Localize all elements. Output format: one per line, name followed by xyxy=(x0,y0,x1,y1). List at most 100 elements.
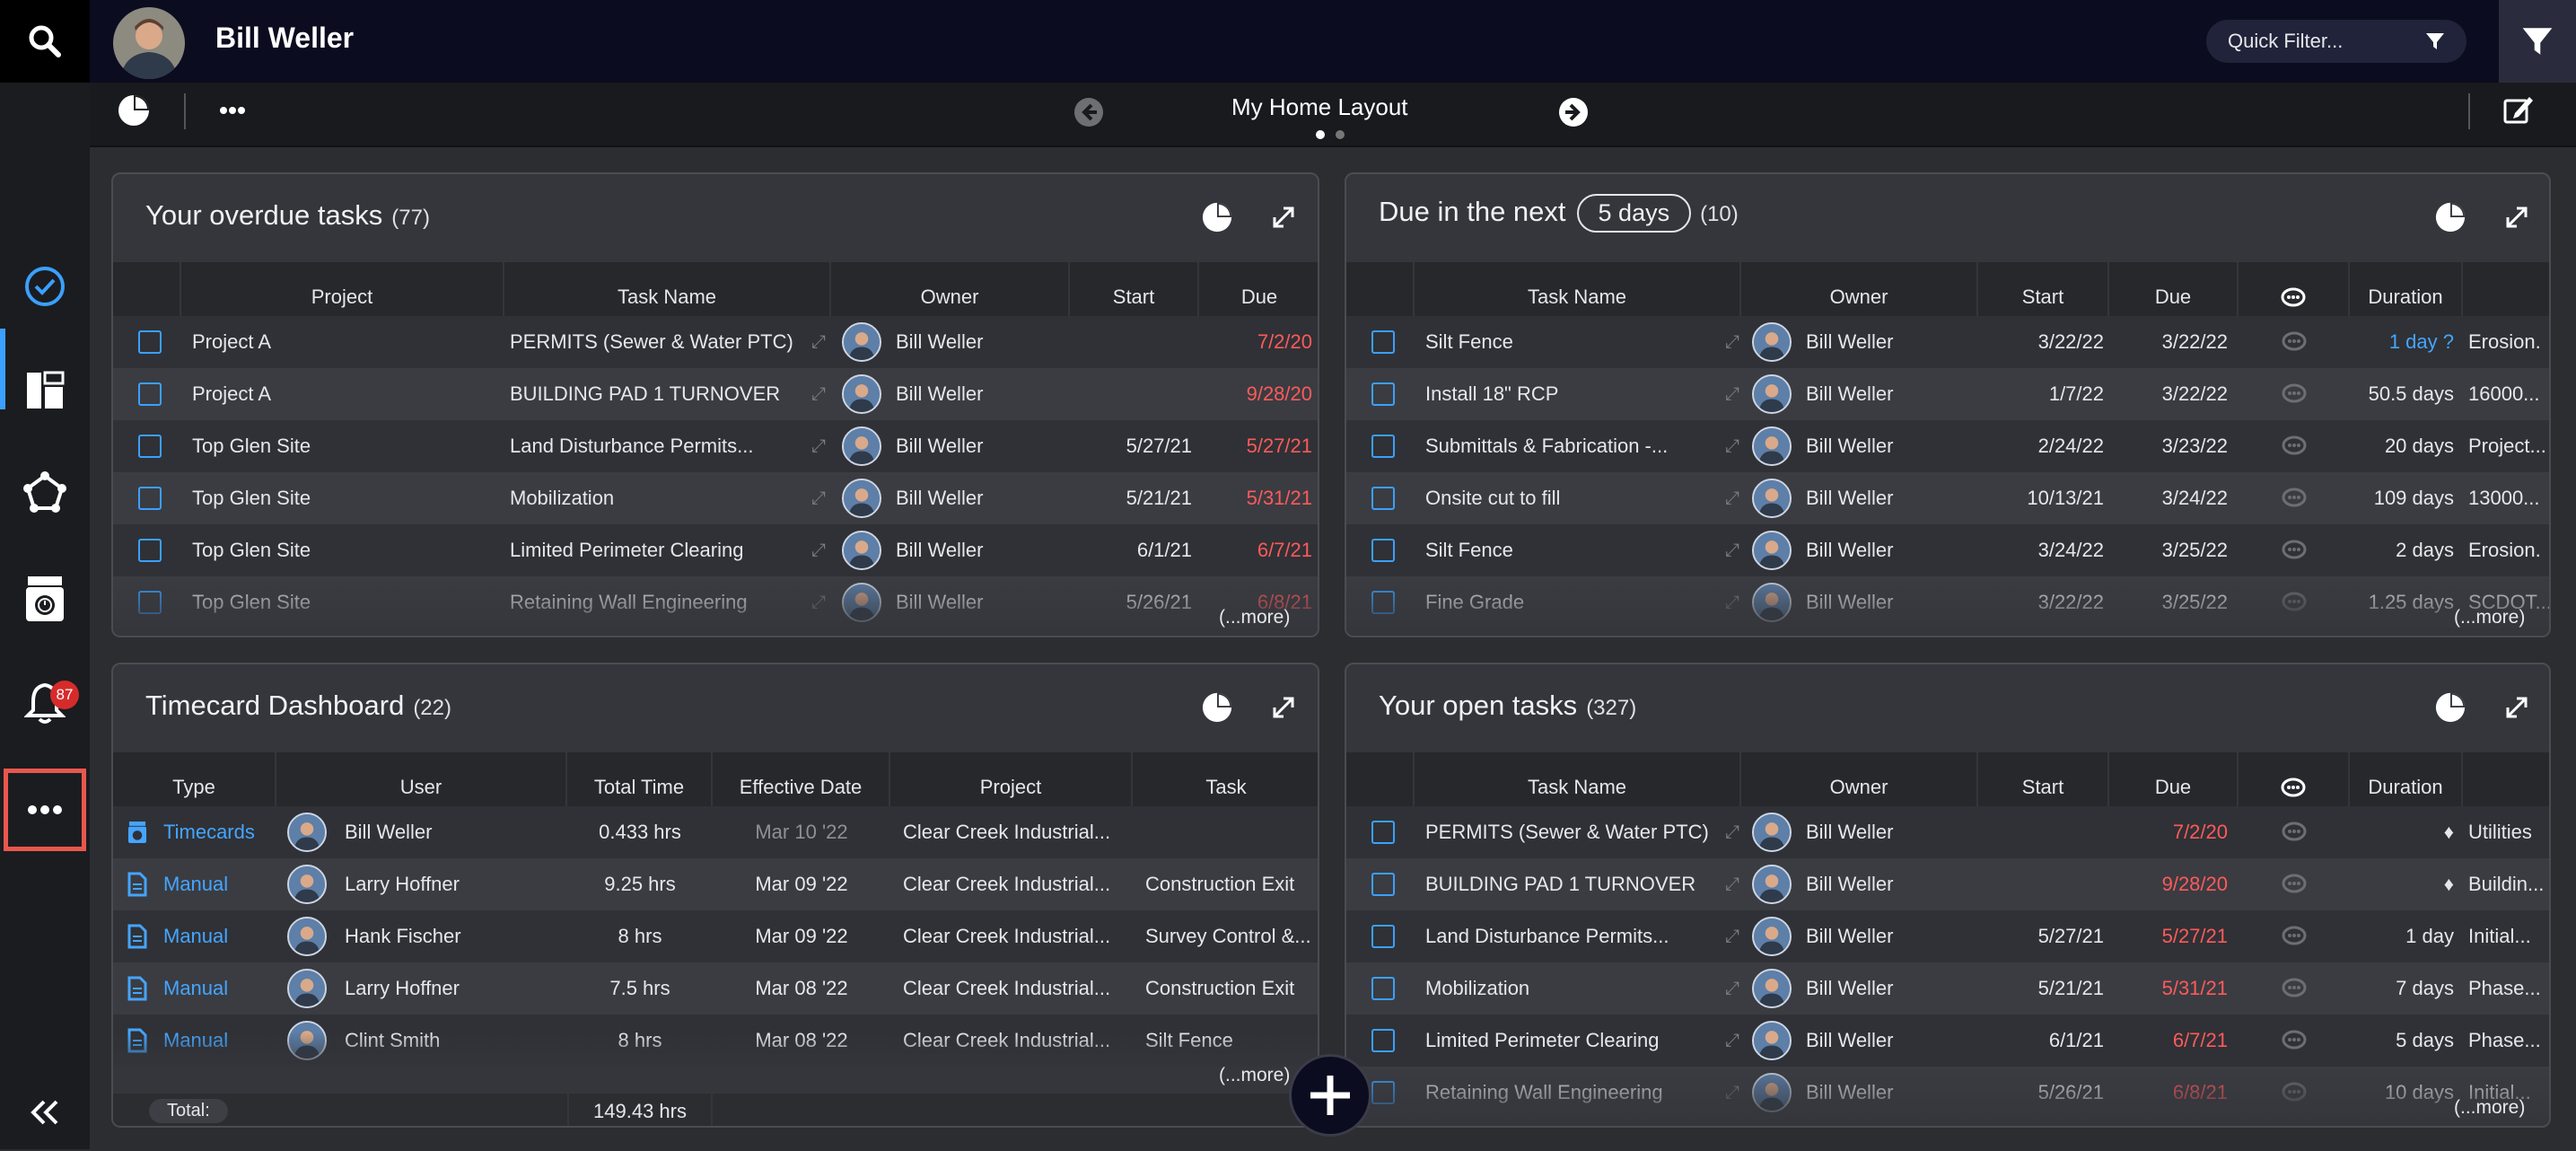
col-header-user[interactable]: User xyxy=(276,752,567,806)
edit-icon[interactable] xyxy=(2502,93,2535,126)
row-checkbox[interactable] xyxy=(1371,539,1395,562)
table-row[interactable]: Manual Larry Hoffner 9.25 hrs Mar 09 '22 Cle… xyxy=(113,858,1318,910)
row-checkbox[interactable] xyxy=(1371,873,1395,896)
col-header-task[interactable]: Task xyxy=(1133,752,1318,806)
days-selector[interactable]: 5 days xyxy=(1576,194,1692,233)
expand-icon[interactable]: ⤢ xyxy=(1725,822,1739,843)
table-row[interactable]: Top Glen Site Land Disturbance Permits...… xyxy=(113,420,1318,472)
page-dot-active[interactable] xyxy=(1316,130,1325,139)
collapse-sidebar-button[interactable] xyxy=(0,1074,90,1151)
table-row[interactable]: Land Disturbance Permits... ⤢ Bill Weller 5… xyxy=(1346,910,2549,962)
task-name-cell[interactable]: PERMITS (Sewer & Water PTC) xyxy=(1425,821,1725,844)
more-link[interactable]: (...more) xyxy=(2454,1097,2525,1119)
table-row[interactable]: Top Glen Site Limited Perimeter Clearing ⤢… xyxy=(113,524,1318,576)
col-header-due[interactable]: Due xyxy=(2109,262,2239,316)
comment-icon[interactable] xyxy=(2282,383,2307,405)
comment-icon[interactable] xyxy=(2282,874,2307,895)
col-header-project[interactable]: Project xyxy=(890,752,1133,806)
row-checkbox[interactable] xyxy=(1371,1029,1395,1052)
quick-filter-input[interactable]: Quick Filter... xyxy=(2206,20,2466,63)
type-link[interactable]: Timecards xyxy=(163,821,255,844)
expand-icon[interactable]: ⤢ xyxy=(811,384,826,405)
table-row[interactable]: Silt Fence ⤢ Bill Weller 3/22/22 3/22/22 1 da… xyxy=(1346,316,2549,368)
expand-icon[interactable]: ⤢ xyxy=(811,540,826,561)
expand-icon[interactable]: ⤢ xyxy=(811,436,826,457)
comment-icon[interactable] xyxy=(2282,488,2307,509)
row-checkbox[interactable] xyxy=(1371,977,1395,1000)
expand-icon[interactable] xyxy=(2504,205,2529,230)
col-header-type[interactable]: Type xyxy=(113,752,276,806)
task-name-cell[interactable]: Mobilization xyxy=(1425,977,1725,1000)
filter-button[interactable] xyxy=(2499,0,2576,83)
sidebar-more-button[interactable] xyxy=(4,769,86,851)
col-header-total-time[interactable]: Total Time xyxy=(567,752,713,806)
task-name-cell[interactable]: Submittals & Fabrication -... xyxy=(1425,435,1725,458)
sidebar-item-tasks[interactable] xyxy=(0,248,90,325)
table-row[interactable]: BUILDING PAD 1 TURNOVER ⤢ Bill Weller 9/28/… xyxy=(1346,858,2549,910)
expand-icon[interactable]: ⤢ xyxy=(1725,436,1739,457)
expand-icon[interactable]: ⤢ xyxy=(1725,332,1739,353)
previous-layout-icon[interactable] xyxy=(1073,97,1104,127)
row-checkbox[interactable] xyxy=(138,435,162,458)
task-name-cell[interactable]: Install 18" RCP xyxy=(1425,382,1725,406)
col-header-start[interactable]: Start xyxy=(1978,262,2109,316)
row-checkbox[interactable] xyxy=(1371,925,1395,948)
col-header-comments[interactable] xyxy=(2239,752,2350,806)
task-name-cell[interactable]: Limited Perimeter Clearing xyxy=(1425,1029,1725,1052)
expand-icon[interactable]: ⤢ xyxy=(1725,488,1739,509)
comment-icon[interactable] xyxy=(2282,978,2307,999)
comment-icon[interactable] xyxy=(2282,331,2307,353)
task-name-cell[interactable]: Land Disturbance Permits... xyxy=(1425,925,1725,948)
task-name-cell[interactable]: BUILDING PAD 1 TURNOVER xyxy=(510,382,811,406)
table-row[interactable]: Silt Fence ⤢ Bill Weller 3/24/22 3/25/22 2 da… xyxy=(1346,524,2549,576)
type-link[interactable]: Manual xyxy=(163,977,228,1000)
type-link[interactable]: Manual xyxy=(163,925,228,948)
table-row[interactable]: Manual Hank Fischer 8 hrs Mar 09 '22 Clear C… xyxy=(113,910,1318,962)
table-row[interactable]: Mobilization ⤢ Bill Weller 5/21/21 5/31/21 7 … xyxy=(1346,962,2549,1015)
expand-icon[interactable] xyxy=(2504,695,2529,720)
col-header-effective-date[interactable]: Effective Date xyxy=(713,752,890,806)
row-checkbox[interactable] xyxy=(1371,330,1395,354)
page-dot[interactable] xyxy=(1336,130,1345,139)
expand-icon[interactable]: ⤢ xyxy=(1725,874,1739,895)
task-name-cell[interactable]: Silt Fence xyxy=(1425,539,1725,562)
task-name-cell[interactable]: Mobilization xyxy=(510,487,811,510)
table-row[interactable]: Project A PERMITS (Sewer & Water PTC) ⤢ Bil… xyxy=(113,316,1318,368)
row-checkbox[interactable] xyxy=(138,382,162,406)
more-dots-icon[interactable] xyxy=(219,106,246,115)
task-name-cell[interactable]: Limited Perimeter Clearing xyxy=(510,539,811,562)
sidebar-item-notifications[interactable]: 87 xyxy=(0,664,90,742)
col-header-due[interactable]: Due xyxy=(2109,752,2239,806)
comment-icon[interactable] xyxy=(2282,435,2307,457)
comment-icon[interactable] xyxy=(2282,822,2307,843)
task-name-cell[interactable]: BUILDING PAD 1 TURNOVER xyxy=(1425,873,1725,896)
comment-icon[interactable] xyxy=(2282,1030,2307,1051)
pie-chart-icon[interactable] xyxy=(1201,201,1233,233)
task-name-cell[interactable]: Silt Fence xyxy=(1425,330,1725,354)
expand-icon[interactable]: ⤢ xyxy=(811,332,826,353)
expand-icon[interactable]: ⤢ xyxy=(811,488,826,509)
col-header-owner[interactable]: Owner xyxy=(1741,752,1978,806)
row-checkbox[interactable] xyxy=(1371,821,1395,844)
expand-icon[interactable]: ⤢ xyxy=(1725,927,1739,947)
col-header-owner[interactable]: Owner xyxy=(831,262,1070,316)
task-name-cell[interactable]: PERMITS (Sewer & Water PTC) xyxy=(510,330,811,354)
comment-icon[interactable] xyxy=(2282,926,2307,947)
table-row[interactable]: Manual Larry Hoffner 7.5 hrs Mar 08 '22 Clea… xyxy=(113,962,1318,1015)
col-header-task-name[interactable]: Task Name xyxy=(1415,752,1741,806)
pie-chart-icon[interactable] xyxy=(1201,691,1233,724)
sidebar-item-timecard[interactable] xyxy=(0,560,90,637)
expand-icon[interactable]: ⤢ xyxy=(1725,1031,1739,1051)
col-header-duration[interactable]: Duration xyxy=(2350,262,2463,316)
task-name-cell[interactable]: Onsite cut to fill xyxy=(1425,487,1725,510)
pie-chart-icon[interactable] xyxy=(2434,691,2466,724)
expand-icon[interactable] xyxy=(1271,205,1296,230)
col-header-comments[interactable] xyxy=(2239,262,2350,316)
sidebar-item-layout[interactable] xyxy=(0,352,90,429)
table-row[interactable]: Onsite cut to fill ⤢ Bill Weller 10/13/21 3/… xyxy=(1346,472,2549,524)
table-row[interactable]: PERMITS (Sewer & Water PTC) ⤢ Bill Weller 7… xyxy=(1346,806,2549,858)
pie-chart-icon[interactable] xyxy=(117,93,151,127)
expand-icon[interactable]: ⤢ xyxy=(1725,540,1739,561)
col-header-start[interactable]: Start xyxy=(1070,262,1199,316)
task-name-cell[interactable]: Land Disturbance Permits... xyxy=(510,435,811,458)
